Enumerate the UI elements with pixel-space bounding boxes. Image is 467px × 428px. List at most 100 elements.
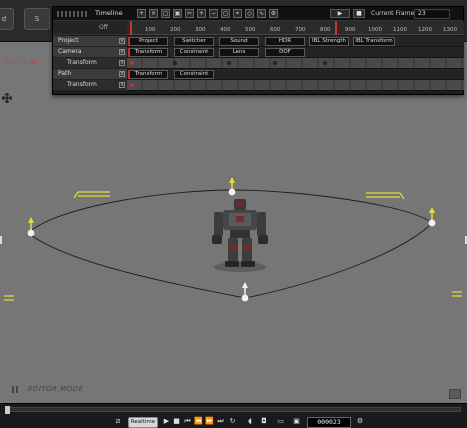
clip-ibl-transform[interactable]: IBL Transform [353,37,395,46]
scrubber-knob[interactable] [5,406,10,414]
zoom-in-icon[interactable]: + [197,9,206,18]
motion-layer-icon[interactable]: ◇ [245,9,254,18]
realtime-button[interactable]: Realtime [128,417,158,428]
path-node-right[interactable] [428,207,436,227]
track-path-lane[interactable]: Transform Constraint [127,69,464,80]
track-row-project: Project × Project Switcher Sound HDR IBL… [53,36,464,47]
timeline-subtab[interactable]: Off [99,24,108,31]
timeline-play-button[interactable]: ▶ [330,9,350,18]
timeline-titlebar[interactable]: Timeline + × ▢ ▣ ✂ + − ◻ ⌖ ◇ ∿ ⚙ ▶ ■ Cur… [53,7,463,21]
path-node-top[interactable] [228,177,236,196]
play-button[interactable]: ▶ [162,416,171,427]
loop-icon[interactable]: ↻ [227,416,238,427]
current-frame-input[interactable]: 23 [414,9,450,19]
keyframe[interactable] [227,61,231,65]
scene-canvas[interactable] [0,95,467,403]
stop-button[interactable]: ■ [172,416,181,427]
playback-scrubber[interactable] [6,407,461,412]
track-label-camera[interactable]: Camera × [53,47,127,58]
clip-camera-lens[interactable]: Lens [219,48,259,57]
clip-project[interactable]: Project [128,37,168,46]
zoom-out-icon[interactable]: − [209,9,218,18]
iclone-window: d S FPS: 0.00 EDITOR MODE Timeline + × ▢… [0,0,467,428]
robot-character[interactable] [212,199,268,272]
timeline-title: Timeline [95,9,123,17]
keyframe[interactable] [130,83,134,87]
monitor-icon[interactable]: ▭ [274,416,287,427]
camera-bracket-left [73,191,110,199]
ruler-tick: 200 [170,27,181,33]
settings-icon[interactable]: ⚙ [354,416,366,427]
camera-icon[interactable]: ◘ [258,416,270,427]
top-tab-1[interactable]: d [0,8,14,30]
track-label-text: Path [58,70,72,77]
clip-camera-transform[interactable]: Transform [128,48,168,57]
record-icon[interactable]: ⧄ [112,416,124,427]
collapse-toggle-icon[interactable]: × [119,82,125,88]
collapse-toggle-icon[interactable]: × [119,38,125,44]
track-label-path[interactable]: Path × [53,69,127,80]
clip-hdr[interactable]: HDR [265,37,305,46]
track-project-lane[interactable]: Project Switcher Sound HDR IBL Strength … [127,36,464,47]
track-label-project[interactable]: Project × [53,36,127,47]
cut-icon[interactable]: ✂ [185,9,194,18]
track-label-camera-transform[interactable]: Transform × [53,58,127,69]
next-frame-button[interactable]: ⏩ [204,416,215,427]
track-label-text: Transform [67,59,97,66]
editor-mode-label: EDITOR MODE [28,385,84,393]
clip-sound[interactable]: Sound [219,37,259,46]
top-tab-2[interactable]: S [24,8,50,30]
ruler-tick: 1300 [443,27,457,33]
ruler-tick: 300 [195,27,206,33]
keyframe[interactable] [273,61,277,65]
drag-handle-icon[interactable] [57,11,87,17]
collapse-toggle-icon[interactable]: × [119,49,125,55]
copy-icon[interactable]: ▢ [161,9,170,18]
ruler-tick: 100 [145,27,156,33]
timeline-stop-button[interactable]: ■ [353,9,365,18]
path-node-left[interactable] [27,217,35,237]
paste-icon[interactable]: ▣ [173,9,182,18]
collapse-toggle-icon[interactable]: × [119,71,125,77]
editor-mode-pause-icon [12,386,18,393]
go-to-end-button[interactable]: ⏭ [215,416,226,427]
track-label-path-transform[interactable]: Transform × [53,80,127,91]
track-camera-lane[interactable]: Transform Constraint Lens DOF [127,47,464,58]
snap-icon[interactable]: ⌖ [233,9,242,18]
fit-icon[interactable]: ◻ [221,9,230,18]
playback-bar: ⧄ Realtime ▶ ■ ⏮ ⏪ ⏩ ⏭ ↻ ◖ ◘ ▭ ▣ 000023 … [0,403,467,428]
go-to-start-button[interactable]: ⏮ [182,416,193,427]
keyframe[interactable] [173,61,177,65]
settings-gear-icon[interactable]: ⚙ [269,9,278,18]
collapse-toggle-icon[interactable]: × [119,60,125,66]
volume-icon[interactable]: ◖ [244,416,256,427]
viewport-maximize-button[interactable] [449,389,461,399]
ruler-tick: 600 [270,27,281,33]
track-label-text: Project [58,37,79,44]
timeline-toolbar: + × ▢ ▣ ✂ + − ◻ ⌖ ◇ ∿ ⚙ [137,9,278,18]
path-node-bottom[interactable] [241,282,249,302]
previous-frame-button[interactable]: ⏪ [193,416,204,427]
delete-key-icon[interactable]: × [149,9,158,18]
clip-camera-constraint[interactable]: Constraint [174,48,214,57]
camera-bracket-right [366,192,405,200]
screenshot-icon[interactable]: ▣ [290,416,303,427]
clip-path-constraint[interactable]: Constraint [174,70,214,79]
start-marker[interactable] [130,21,132,35]
clip-switcher[interactable]: Switcher [174,37,214,46]
curve-icon[interactable]: ∿ [257,9,266,18]
clip-path-transform[interactable]: Transform [128,70,168,79]
track-camera-transform-lane[interactable] [127,58,464,69]
playhead-marker[interactable] [335,21,337,35]
ruler-tick: 400 [220,27,231,33]
track-path-transform-lane[interactable] [127,80,464,91]
keyframe[interactable] [323,61,327,65]
clip-camera-dof[interactable]: DOF [265,48,305,57]
clip-ibl-strength[interactable]: IBL Strength [309,37,349,46]
ruler-tick: 800 [320,27,331,33]
ruler-tick: 500 [245,27,256,33]
timeline-panel: Timeline + × ▢ ▣ ✂ + − ◻ ⌖ ◇ ∿ ⚙ ▶ ■ Cur… [52,6,464,95]
add-key-icon[interactable]: + [137,9,146,18]
keyframe[interactable] [130,61,134,65]
timeline-ruler[interactable]: 100 200 300 400 500 600 700 800 900 1000… [127,21,464,35]
